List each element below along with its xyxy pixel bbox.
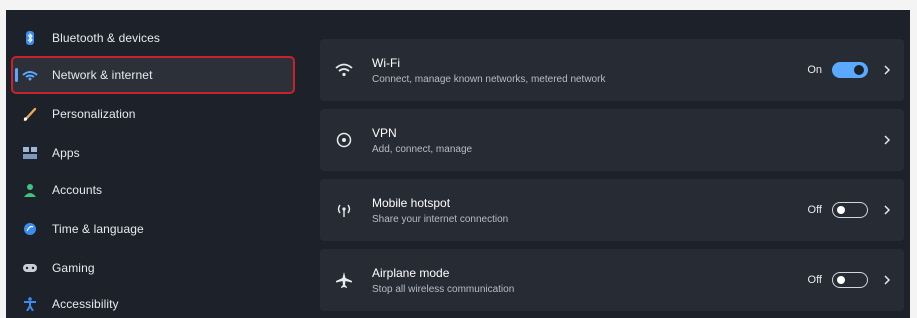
- vpn-shield-icon: [334, 130, 354, 150]
- airplane-toggle[interactable]: [832, 272, 868, 288]
- sidebar-item-label: Network & internet: [52, 68, 153, 82]
- toggle-knob: [837, 276, 845, 284]
- chevron-right-icon: [882, 134, 892, 146]
- wifi-state-label: On: [807, 64, 822, 76]
- controller-icon: [22, 260, 38, 276]
- toggle-knob: [837, 206, 845, 214]
- account-icon: [22, 182, 38, 198]
- card-title: Airplane mode: [372, 265, 450, 280]
- card-title: Wi-Fi: [372, 55, 400, 70]
- screenshot-frame: Bluetooth & devices Network & internet P…: [0, 0, 917, 318]
- sidebar-item-time-language[interactable]: Time & language: [12, 211, 294, 247]
- sidebar-item-label: Time & language: [52, 222, 144, 236]
- apps-icon: [22, 145, 38, 161]
- sidebar-item-label: Bluetooth & devices: [52, 31, 160, 45]
- hotspot-state-label: Off: [807, 204, 822, 216]
- sidebar-item-apps[interactable]: Apps: [12, 135, 294, 171]
- sidebar-item-network-internet[interactable]: Network & internet: [11, 56, 295, 94]
- card-subtitle: Share your internet connection: [372, 213, 509, 225]
- sidebar-item-label: Apps: [52, 146, 80, 160]
- wifi-toggle[interactable]: [832, 62, 868, 78]
- hotspot-toggle[interactable]: [832, 202, 868, 218]
- mobile-hotspot-card[interactable]: Mobile hotspot Share your internet conne…: [320, 179, 904, 241]
- sidebar: Bluetooth & devices Network & internet P…: [6, 10, 306, 318]
- card-subtitle: Connect, manage known networks, metered …: [372, 73, 606, 85]
- toggle-knob: [854, 65, 864, 75]
- chevron-right-icon: [882, 274, 892, 286]
- card-subtitle: Add, connect, manage: [372, 143, 473, 155]
- sidebar-item-bluetooth-devices[interactable]: Bluetooth & devices: [12, 20, 294, 56]
- card-title: Mobile hotspot: [372, 195, 451, 210]
- globe-clock-icon: [22, 221, 38, 237]
- sidebar-item-label: Gaming: [52, 261, 95, 275]
- brush-icon: [22, 106, 38, 122]
- chevron-right-icon: [882, 204, 892, 216]
- chevron-right-icon: [882, 64, 892, 76]
- airplane-mode-card[interactable]: Airplane mode Stop all wireless communic…: [320, 249, 904, 311]
- airplane-state-label: Off: [807, 274, 822, 286]
- card-title: VPN: [372, 125, 397, 140]
- sidebar-item-accounts[interactable]: Accounts: [12, 172, 294, 208]
- wifi-card[interactable]: Wi-Fi Connect, manage known networks, me…: [320, 39, 904, 101]
- sidebar-item-personalization[interactable]: Personalization: [12, 96, 294, 132]
- sidebar-item-accessibility[interactable]: Accessibility: [12, 286, 294, 318]
- sidebar-item-gaming[interactable]: Gaming: [12, 250, 294, 286]
- sidebar-item-label: Accessibility: [52, 297, 119, 311]
- accessibility-icon: [22, 296, 38, 312]
- hotspot-icon: [334, 200, 354, 220]
- wifi-icon: [334, 60, 354, 80]
- airplane-icon: [334, 270, 354, 290]
- network-icon: [22, 67, 38, 83]
- card-subtitle: Stop all wireless communication: [372, 283, 515, 295]
- sidebar-item-label: Personalization: [52, 107, 136, 121]
- settings-window: Bluetooth & devices Network & internet P…: [6, 10, 910, 318]
- bluetooth-icon: [22, 30, 38, 46]
- vpn-card[interactable]: VPN Add, connect, manage: [320, 109, 904, 171]
- sidebar-item-label: Accounts: [52, 183, 103, 197]
